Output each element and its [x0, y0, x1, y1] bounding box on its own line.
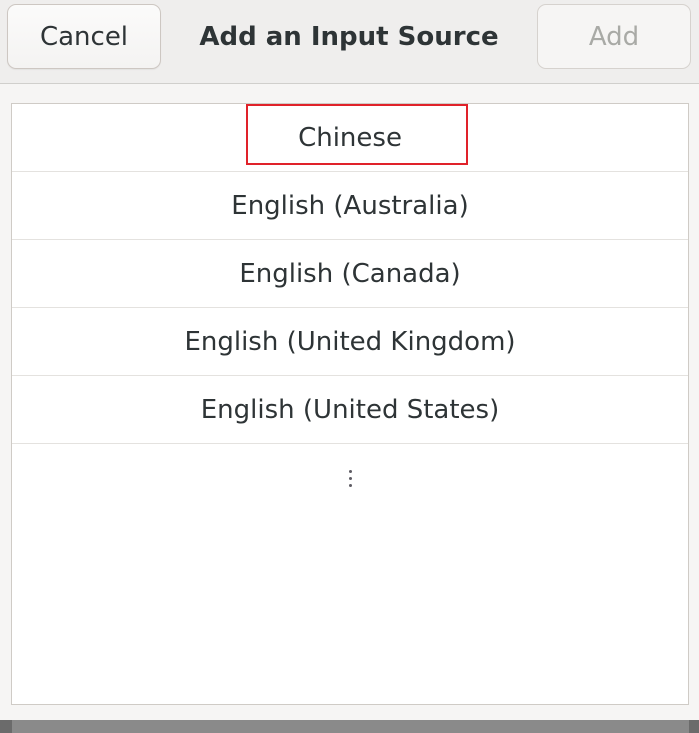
list-item-english-australia[interactable]: English (Australia) — [12, 172, 688, 240]
window-bottom-edge-inner — [12, 720, 689, 733]
list-item-chinese[interactable]: Chinese — [12, 104, 688, 172]
more-languages-row[interactable] — [12, 444, 688, 512]
input-source-list: Chinese English (Australia) English (Can… — [11, 103, 689, 705]
more-vertical-icon[interactable] — [348, 469, 352, 487]
list-item-english-united-kingdom[interactable]: English (United Kingdom) — [12, 308, 688, 376]
cancel-button[interactable]: Cancel — [7, 4, 161, 69]
dialog-content: Chinese English (Australia) English (Can… — [0, 84, 699, 733]
list-item-english-united-states[interactable]: English (United States) — [12, 376, 688, 444]
add-button[interactable]: Add — [537, 4, 691, 69]
window-bottom-edge — [0, 720, 699, 733]
list-item-english-canada[interactable]: English (Canada) — [12, 240, 688, 308]
dialog-header-bar: Cancel Add an Input Source Add — [0, 0, 699, 84]
dialog-title: Add an Input Source — [199, 21, 499, 52]
